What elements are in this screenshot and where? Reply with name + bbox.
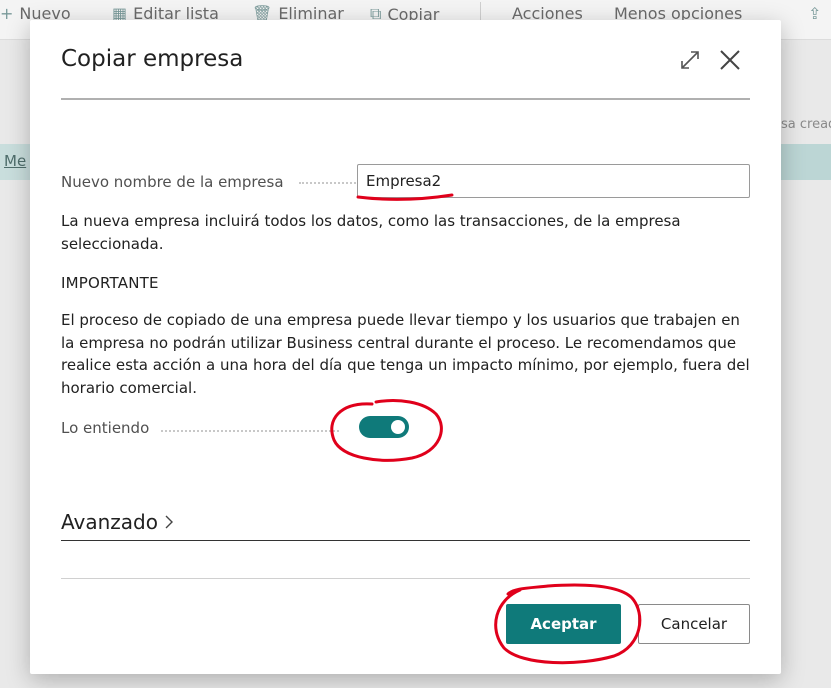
background-selected-row-edge	[781, 144, 831, 180]
toggle-leader-dots	[161, 430, 339, 432]
advanced-section-header[interactable]: Avanzado	[61, 510, 176, 534]
expand-icon[interactable]	[678, 48, 702, 72]
advanced-section-divider	[61, 540, 750, 541]
understand-label: Lo entiendo	[61, 419, 150, 437]
share-button[interactable]: ⇪	[808, 4, 821, 23]
new-company-name-label: Nuevo nombre de la empresa	[61, 173, 284, 191]
close-icon[interactable]	[716, 46, 744, 74]
info-text: La nueva empresa incluirá todos los dato…	[61, 212, 681, 253]
cancel-button[interactable]: Cancelar	[638, 604, 750, 644]
ok-button[interactable]: Aceptar	[506, 604, 621, 644]
understand-toggle[interactable]	[359, 416, 409, 438]
copy-company-dialog: Copiar empresa Nuevo nombre de la empres…	[30, 20, 781, 674]
plus-icon: +	[0, 4, 14, 23]
advanced-label: Avanzado	[61, 510, 158, 534]
important-heading: IMPORTANTE	[61, 274, 159, 292]
chevron-right-icon	[165, 515, 173, 529]
new-company-name-row: Nuevo nombre de la empresa	[61, 164, 750, 198]
dialog-header-divider	[61, 98, 750, 100]
share-icon: ⇪	[808, 4, 822, 23]
background-column-header: sa cread	[781, 117, 831, 132]
dialog-title: Copiar empresa	[61, 46, 244, 72]
important-text: El proceso de copiado de una empresa pue…	[61, 311, 750, 397]
background-row-link[interactable]: Me	[4, 152, 26, 170]
understand-row: Lo entiendo	[61, 416, 461, 442]
footer-divider	[61, 578, 750, 579]
toggle-knob	[391, 420, 405, 434]
new-company-name-input[interactable]	[357, 164, 750, 198]
